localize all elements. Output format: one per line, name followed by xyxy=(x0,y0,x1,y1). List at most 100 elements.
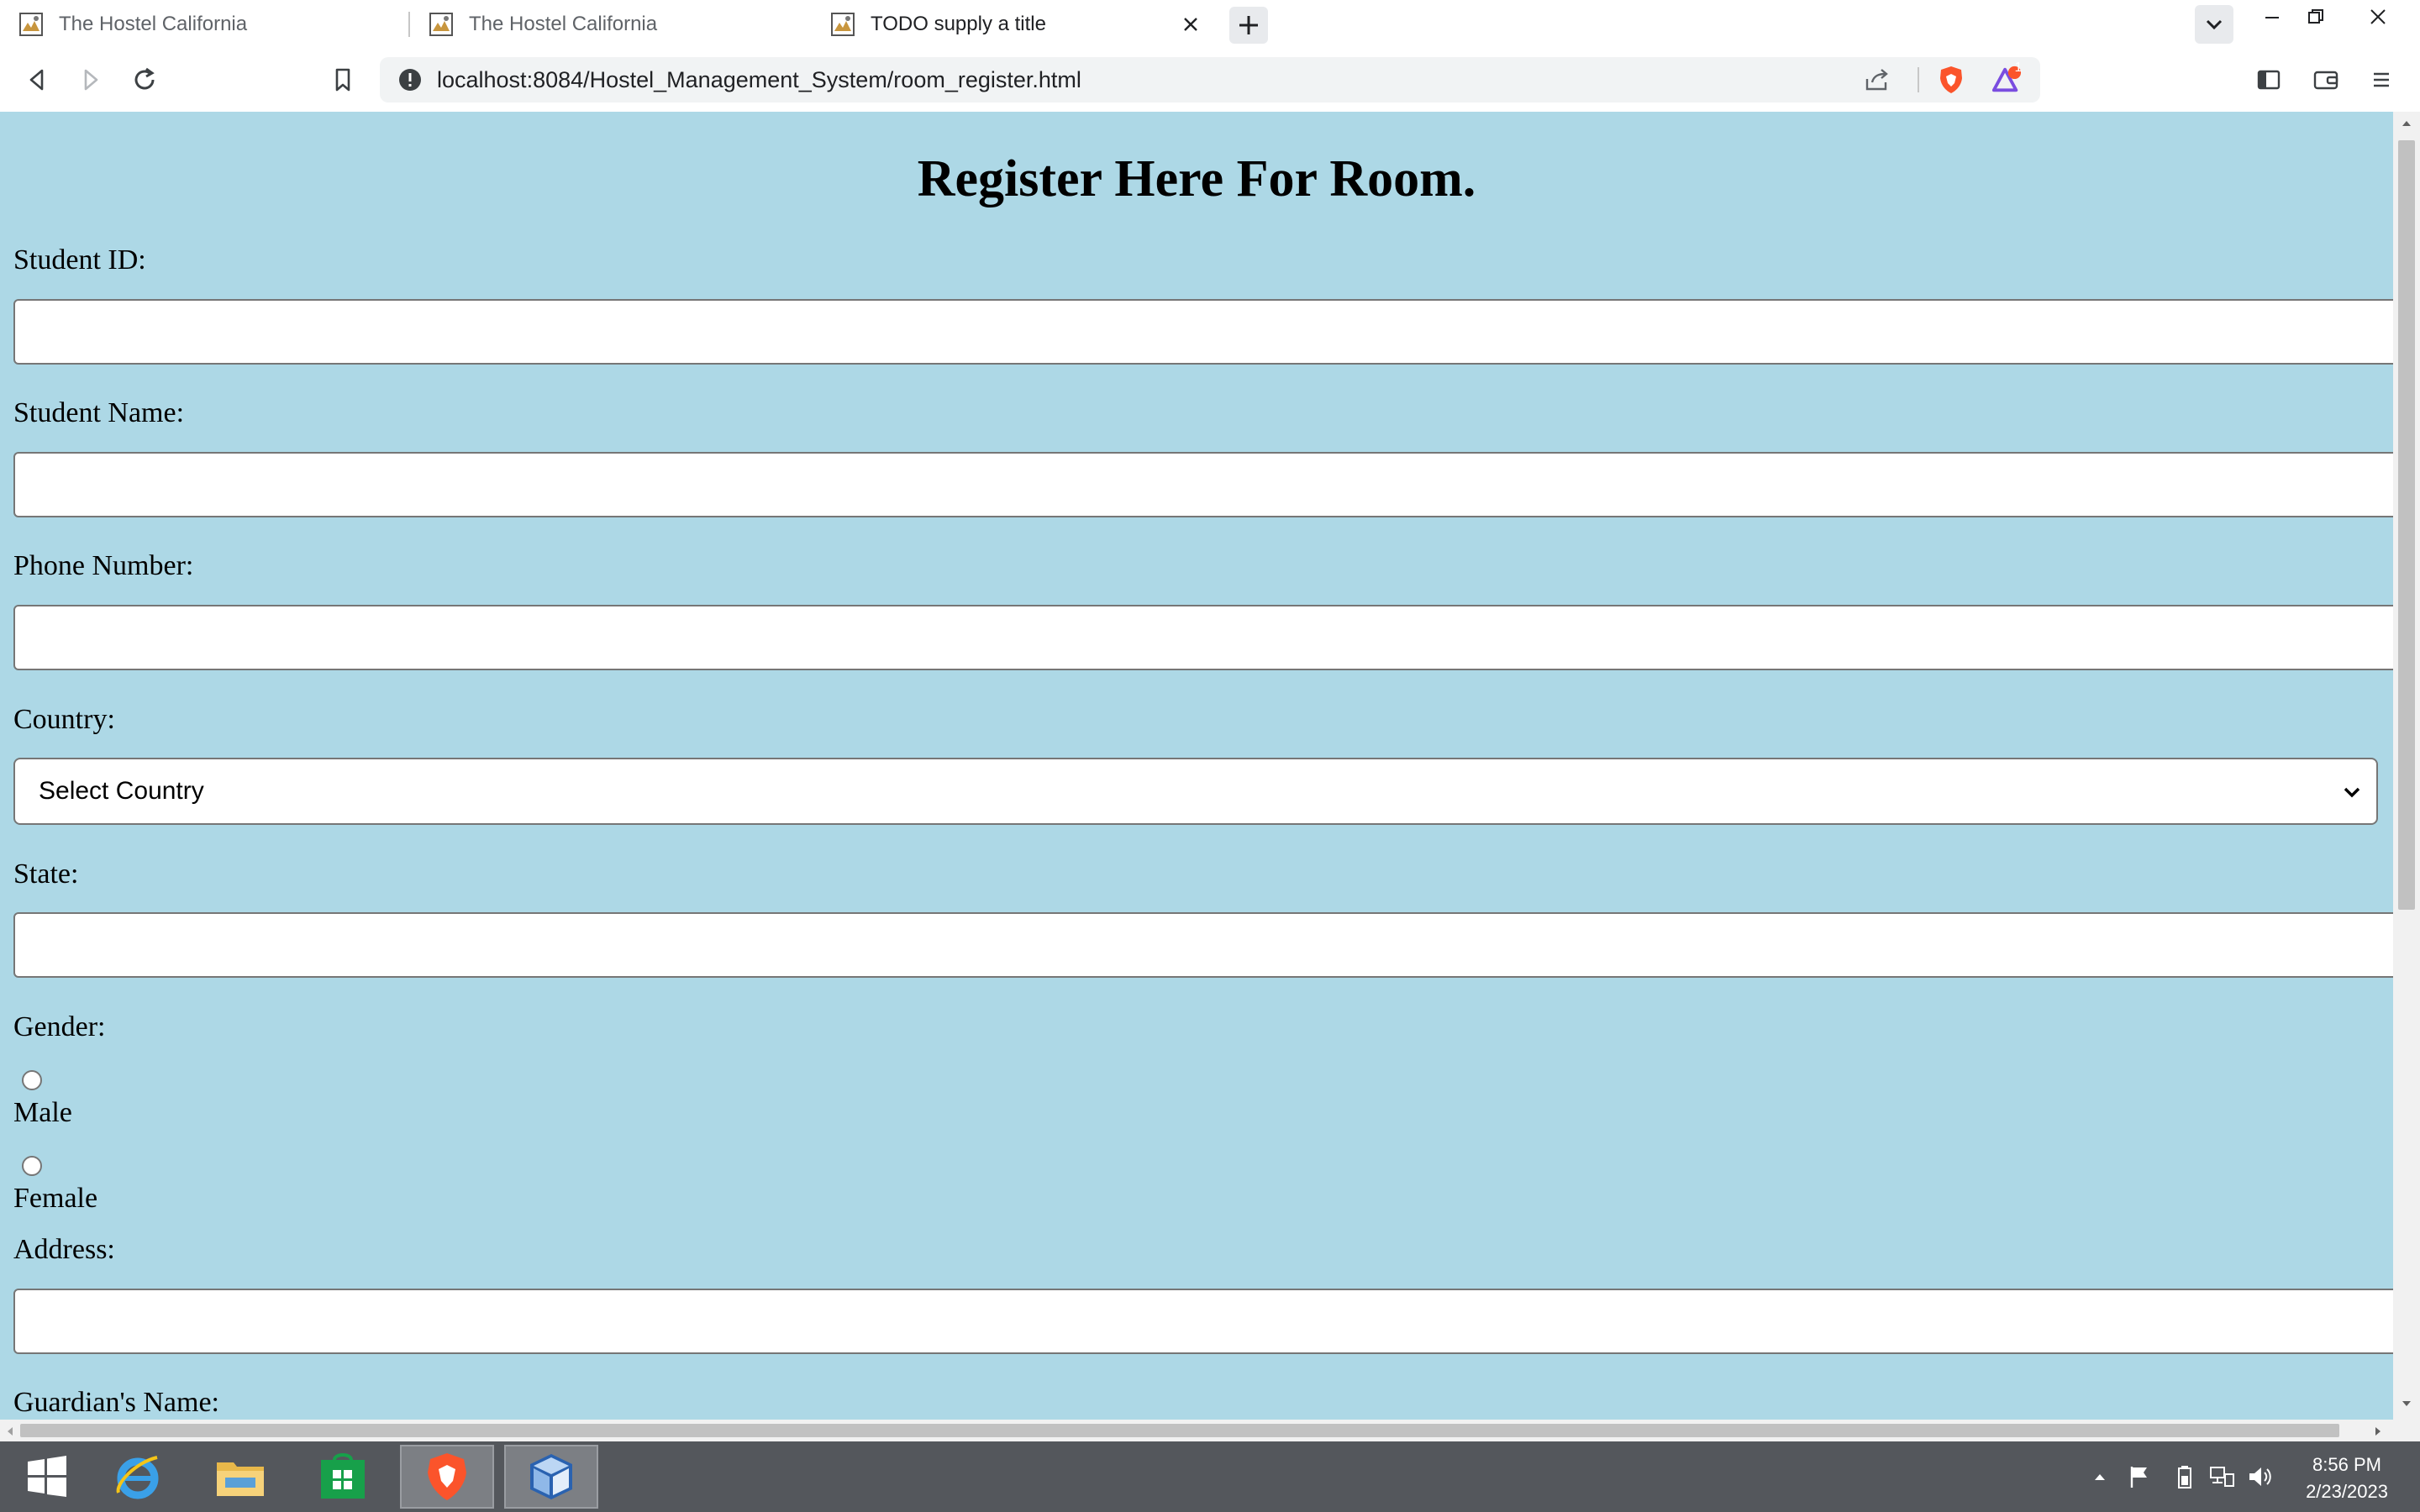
guardian-name-label: Guardian's Name: xyxy=(13,1387,219,1418)
chevron-down-icon xyxy=(2344,787,2360,798)
virtualbox-cube-icon xyxy=(530,1454,572,1499)
state-input[interactable] xyxy=(13,912,2393,978)
vertical-scrollbar-thumb[interactable] xyxy=(2398,140,2415,910)
clock-time: 8:56 PM xyxy=(2312,1454,2381,1475)
scroll-down-arrow-icon[interactable] xyxy=(2400,1399,2413,1409)
folder-icon xyxy=(217,1462,264,1496)
show-hidden-icons-button[interactable] xyxy=(2087,1441,2112,1512)
speaker-icon xyxy=(2249,1467,2271,1486)
page-title: Register Here For Room. xyxy=(917,150,1476,207)
tab-title: TODO supply a title xyxy=(871,12,1046,35)
tab-hostel-california-2[interactable]: The Hostel California xyxy=(410,0,812,48)
student-name-input[interactable] xyxy=(13,452,2393,517)
network-tray[interactable] xyxy=(2205,1441,2238,1512)
reload-icon xyxy=(134,67,155,90)
internet-explorer-icon xyxy=(116,1456,159,1499)
taskbar-clock[interactable]: 8:56 PM 2/23/2023 xyxy=(2275,1452,2418,1505)
clock-date: 2/23/2023 xyxy=(2306,1481,2388,1502)
plus-icon xyxy=(1239,16,1258,34)
student-id-label: Student ID: xyxy=(13,244,146,276)
file-explorer-taskbar-button[interactable] xyxy=(193,1445,287,1509)
tab-title: The Hostel California xyxy=(59,12,248,35)
gender-female-label: Female xyxy=(13,1183,98,1214)
rewards-badge-count: 1 xyxy=(2014,60,2023,75)
start-button[interactable] xyxy=(0,1445,94,1509)
wallet-button[interactable] xyxy=(2306,60,2346,100)
reload-button[interactable] xyxy=(124,60,165,100)
internet-explorer-taskbar-button[interactable] xyxy=(91,1445,185,1509)
sidebar-button[interactable] xyxy=(2249,60,2289,100)
phone-number-label: Phone Number: xyxy=(13,550,194,581)
horizontal-scrollbar-thumb[interactable] xyxy=(20,1424,2339,1437)
windows-taskbar: 8:56 PM 2/23/2023 xyxy=(0,1441,2420,1512)
volume-tray[interactable] xyxy=(2244,1441,2277,1512)
scroll-up-arrow-icon[interactable] xyxy=(2400,118,2413,129)
gender-male-radio[interactable] xyxy=(22,1070,42,1090)
country-select[interactable]: Select Country xyxy=(13,758,2378,825)
forward-button[interactable] xyxy=(71,60,111,100)
page-favicon-icon xyxy=(18,12,44,37)
menu-button[interactable] xyxy=(2361,60,2402,100)
close-icon xyxy=(2370,9,2386,24)
back-arrow-icon xyxy=(29,69,44,91)
tab-hostel-california-1[interactable]: The Hostel California xyxy=(0,0,402,48)
vertical-scrollbar[interactable] xyxy=(2393,112,2420,1420)
store-taskbar-button[interactable] xyxy=(296,1445,390,1509)
hamburger-menu-icon xyxy=(2374,72,2389,87)
url-text: localhost:8084/Hostel_Management_System/… xyxy=(437,67,1081,92)
gender-label: Gender: xyxy=(13,1011,106,1042)
bookmark-icon xyxy=(335,68,350,92)
state-label: State: xyxy=(13,858,79,890)
tab-strip: The Hostel California The Hostel Califor… xyxy=(0,0,2420,48)
forward-arrow-icon xyxy=(84,69,98,91)
page-viewport: Register Here For Room. Student ID: Stud… xyxy=(0,112,2420,1420)
tab-todo-active[interactable]: TODO supply a title xyxy=(812,0,1213,48)
page-favicon-icon xyxy=(830,12,855,37)
gender-female-radio[interactable] xyxy=(22,1156,42,1176)
tab-title: The Hostel California xyxy=(469,12,658,35)
chevron-up-icon xyxy=(2095,1474,2105,1480)
tab-close-icon[interactable] xyxy=(1176,10,1205,39)
address-bar[interactable]: localhost:8084/Hostel_Management_System/… xyxy=(380,57,2040,102)
browser-toolbar: localhost:8084/Hostel_Management_System/… xyxy=(0,48,2420,112)
horizontal-scrollbar[interactable] xyxy=(0,1420,2393,1441)
country-label: Country: xyxy=(13,704,115,735)
brave-lion-icon xyxy=(428,1453,466,1500)
virtualbox-taskbar-button[interactable] xyxy=(504,1445,598,1509)
address-label: Address: xyxy=(13,1234,115,1265)
country-select-value: Select Country xyxy=(39,777,204,805)
gender-male-label: Male xyxy=(13,1097,72,1128)
scrollbar-corner xyxy=(2393,1420,2420,1441)
scroll-right-arrow-icon[interactable] xyxy=(2373,1425,2383,1437)
windows-logo-icon xyxy=(28,1456,66,1497)
restore-button[interactable] xyxy=(2289,0,2343,34)
new-tab-button[interactable] xyxy=(1229,7,1268,44)
flag-icon xyxy=(2130,1467,2147,1488)
battery-tray[interactable] xyxy=(2170,1441,2200,1512)
phone-number-input[interactable] xyxy=(13,605,2393,670)
bookmark-button[interactable] xyxy=(323,60,363,100)
wallet-icon xyxy=(2313,71,2338,90)
sidebar-icon xyxy=(2257,70,2281,90)
info-icon[interactable] xyxy=(395,65,425,95)
network-icon xyxy=(2210,1467,2234,1487)
close-window-button[interactable] xyxy=(2344,0,2412,34)
action-center-tray[interactable] xyxy=(2123,1441,2156,1512)
minimize-icon xyxy=(2265,17,2279,18)
back-button[interactable] xyxy=(17,60,57,100)
student-id-input[interactable] xyxy=(13,299,2393,365)
scroll-left-arrow-icon[interactable] xyxy=(5,1425,15,1437)
restore-icon xyxy=(2308,9,2323,24)
omnibox-divider xyxy=(1918,67,1919,92)
share-icon[interactable] xyxy=(1862,65,1892,95)
brave-taskbar-button[interactable] xyxy=(400,1445,494,1509)
battery-icon xyxy=(2178,1466,2191,1488)
store-icon xyxy=(321,1453,365,1499)
page-favicon-icon xyxy=(429,12,454,37)
student-name-label: Student Name: xyxy=(13,397,185,428)
room-register-page: Register Here For Room. Student ID: Stud… xyxy=(0,112,2393,1420)
tab-search-button[interactable] xyxy=(2195,5,2233,44)
address-input[interactable] xyxy=(13,1289,2393,1354)
brave-shields-icon[interactable] xyxy=(1936,65,1966,95)
chevron-down-icon xyxy=(2206,19,2223,30)
